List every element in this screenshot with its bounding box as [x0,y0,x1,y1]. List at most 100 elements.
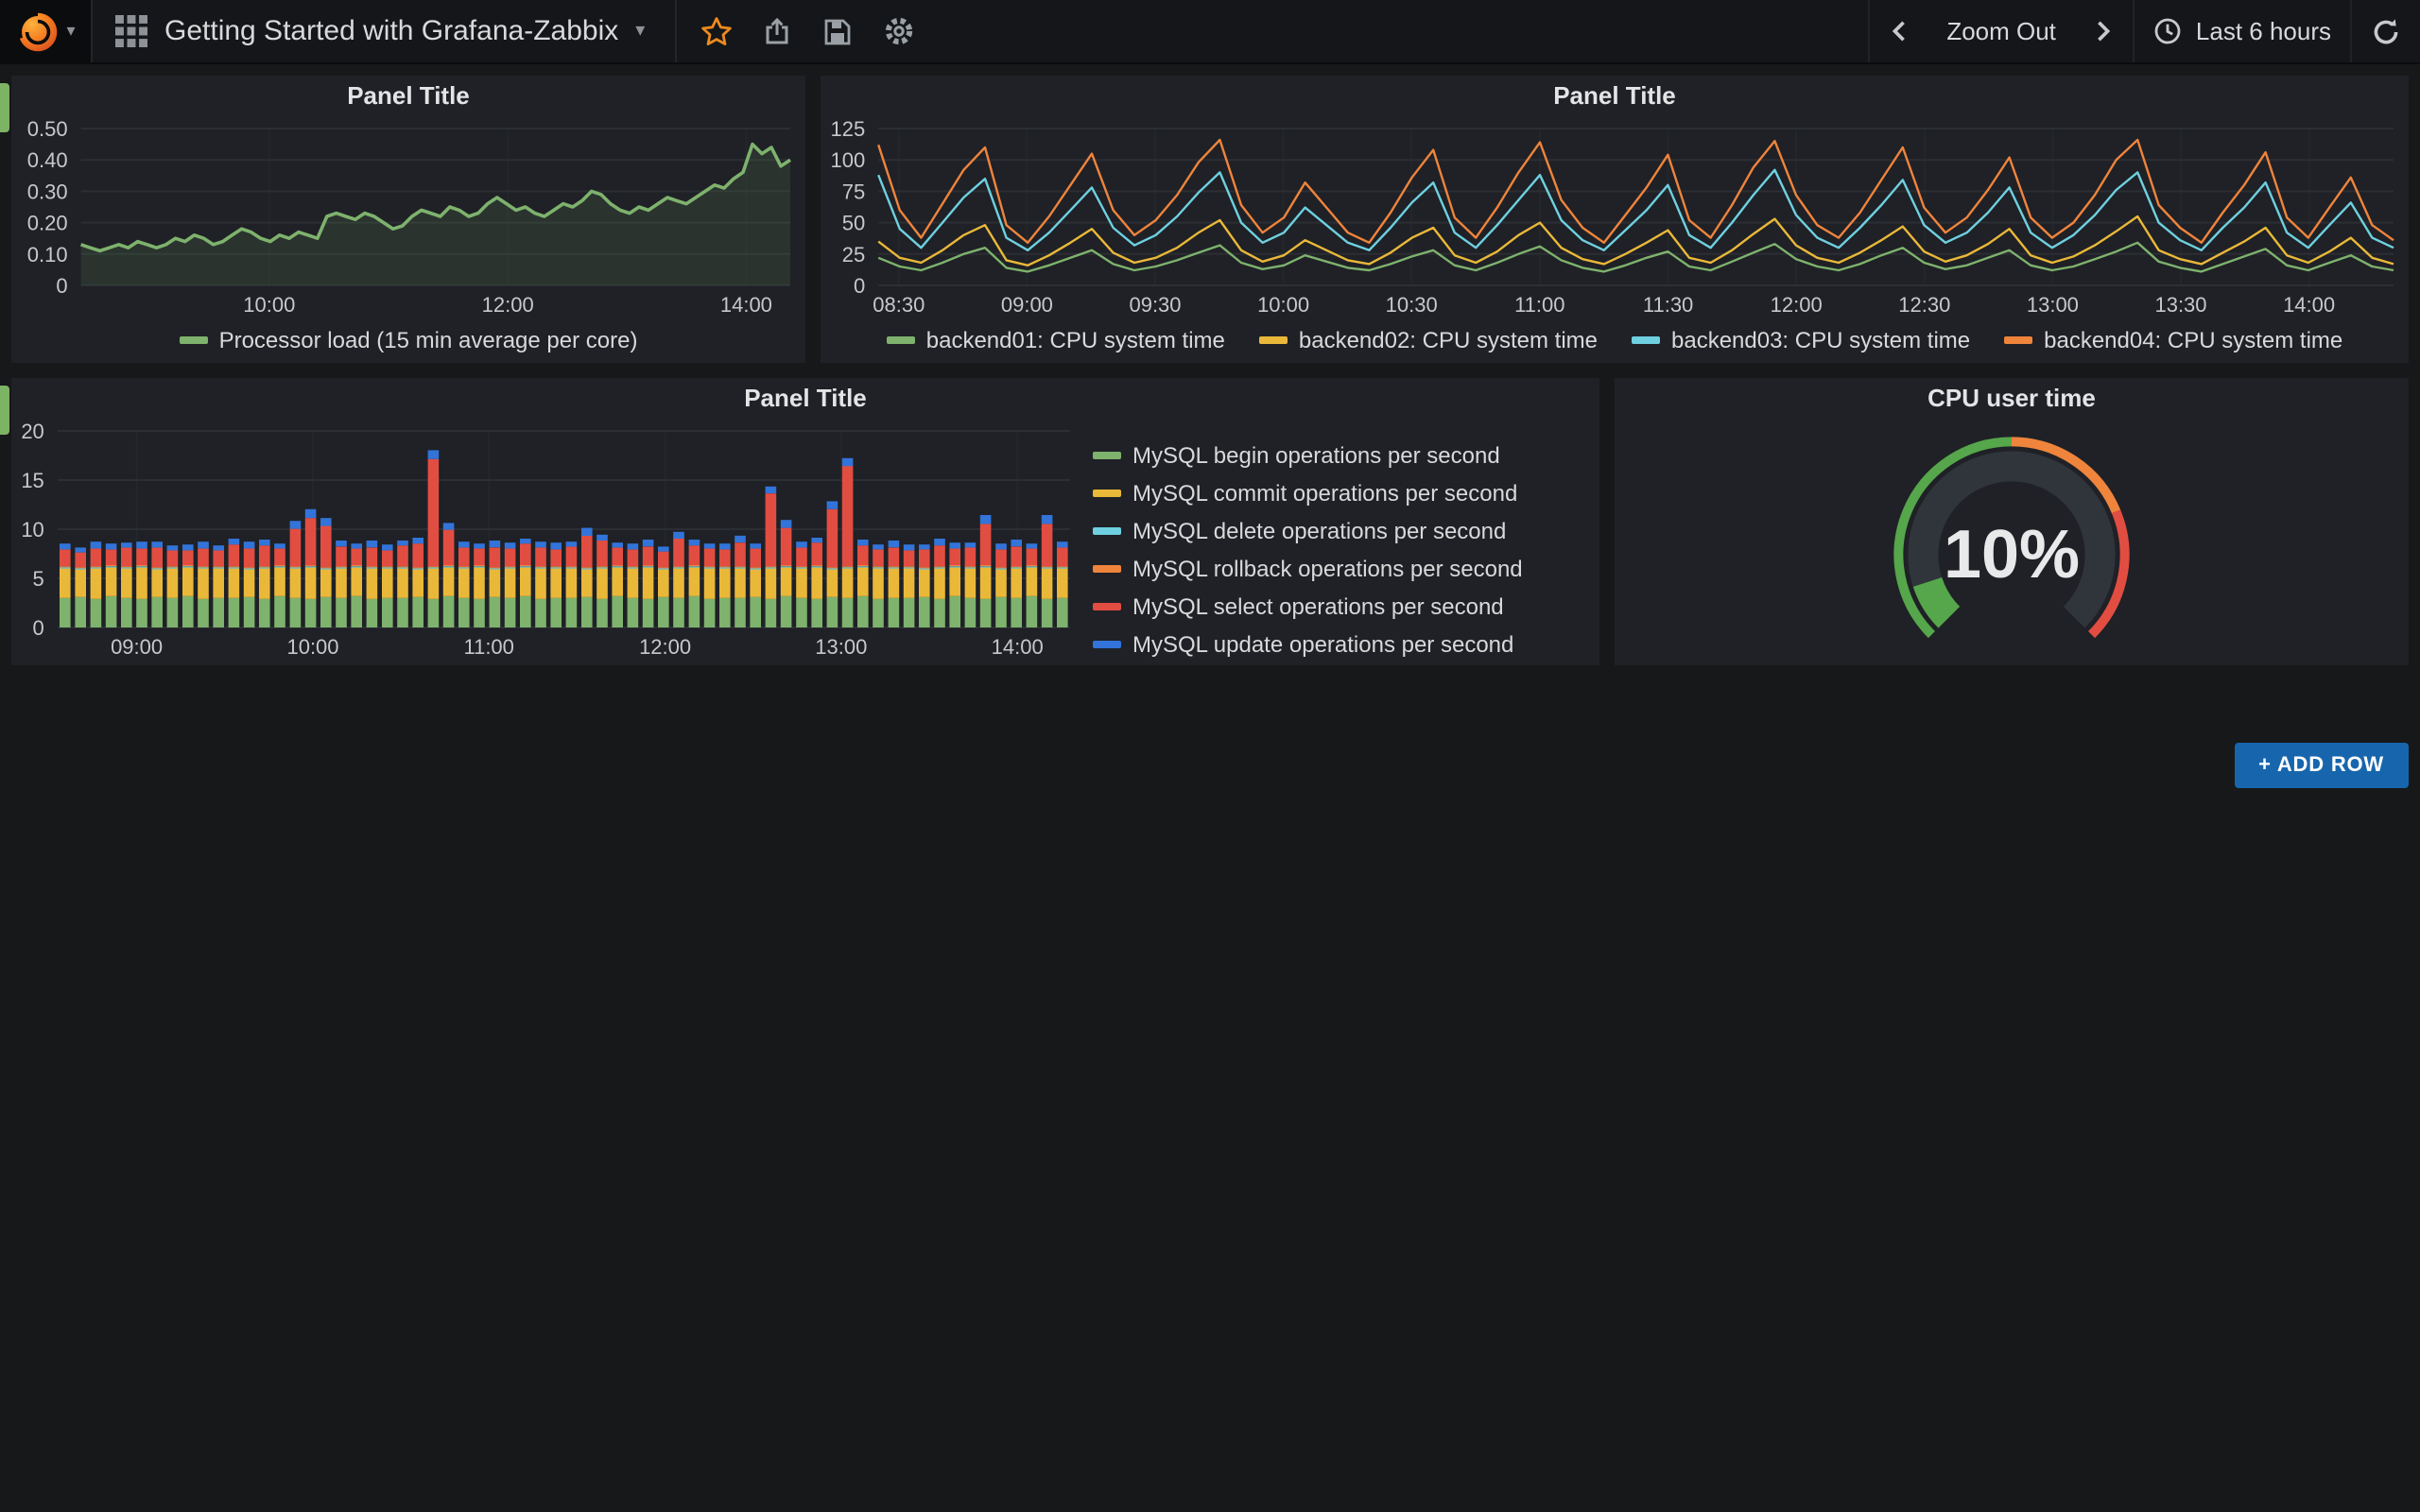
legend-series-label: backend01: CPU system time [926,327,1225,353]
dashboard-grid-icon [115,15,147,47]
svg-text:0.30: 0.30 [27,180,68,203]
svg-text:12:00: 12:00 [639,635,691,659]
svg-text:0: 0 [33,616,44,640]
legend-item[interactable]: MySQL rollback operations per second [1093,556,1523,582]
svg-text:10%: 10% [1944,517,2080,593]
svg-text:0.20: 0.20 [27,212,68,235]
legend-series-label: backend04: CPU system time [2044,327,2342,353]
svg-text:11:00: 11:00 [463,635,513,659]
time-shift-back-button[interactable] [1867,0,1927,62]
svg-text:20: 20 [21,420,43,443]
caret-down-icon: ▾ [66,21,75,42]
grafana-main-menu-button[interactable]: ▾ [0,0,93,62]
svg-text:10:30: 10:30 [1386,293,1438,317]
svg-text:10:00: 10:00 [243,293,295,317]
svg-text:15: 15 [21,469,43,492]
series-color-swatch [1632,336,1660,344]
legend-item[interactable]: MySQL delete operations per second [1093,518,1506,544]
legend-series-label: backend02: CPU system time [1299,327,1598,353]
dashboard-picker-button[interactable]: Getting Started with Grafana-Zabbix ▾ [93,0,677,62]
legend-item[interactable]: MySQL begin operations per second [1093,442,1500,469]
series-color-swatch [180,336,208,344]
legend-item[interactable]: backend01: CPU system time [887,327,1225,353]
svg-text:0: 0 [854,274,865,298]
svg-text:25: 25 [842,243,865,266]
series-color-swatch [1093,452,1121,459]
series-color-swatch [1093,603,1121,610]
svg-text:10: 10 [21,518,43,541]
share-dashboard-button[interactable] [749,0,805,62]
legend-series-label: MySQL begin operations per second [1132,442,1500,469]
svg-text:12:30: 12:30 [1898,293,1950,317]
panel-title[interactable]: Panel Title [821,76,2409,117]
caret-down-icon: ▾ [635,21,645,42]
row-toggle-handle[interactable] [0,83,9,132]
series-color-swatch [1093,490,1121,497]
processor-load-chart: 10:0012:0014:0000.100.200.300.400.50 [11,117,805,323]
legend-item[interactable]: backend03: CPU system time [1632,327,1970,353]
time-range-label: Last 6 hours [2196,17,2331,45]
panel-cpu-system-time: Panel Title 08:3009:0009:3010:0010:3011:… [821,76,2409,363]
legend-item[interactable]: backend02: CPU system time [1259,327,1598,353]
gear-icon [882,15,914,47]
svg-text:08:30: 08:30 [873,293,925,317]
svg-text:14:00: 14:00 [720,293,772,317]
svg-text:50: 50 [842,212,865,235]
svg-text:0.40: 0.40 [27,148,68,172]
chart-legend: MySQL begin operations per second MySQL c… [1085,420,1599,665]
svg-text:0: 0 [56,274,67,298]
star-dashboard-button[interactable] [688,0,745,62]
svg-text:09:00: 09:00 [1001,293,1053,317]
dashboard-settings-button[interactable] [870,0,926,62]
panel-title[interactable]: Panel Title [11,76,805,117]
svg-text:11:30: 11:30 [1643,293,1693,317]
panel-processor-load: Panel Title 10:0012:0014:0000.100.200.30… [11,76,805,363]
svg-text:12:00: 12:00 [1771,293,1823,317]
series-color-swatch [1093,565,1121,573]
refresh-icon [2371,16,2401,46]
grafana-dashboard: ▾ Getting Started with Grafana-Zabbix ▾ [0,0,2420,1512]
zoom-out-button[interactable]: Zoom Out [1927,0,2075,62]
time-range-picker-button[interactable]: Last 6 hours [2134,0,2350,62]
svg-text:14:00: 14:00 [2283,293,2335,317]
zoom-out-label: Zoom Out [1946,17,2056,45]
svg-text:13:00: 13:00 [815,635,867,659]
save-dashboard-button[interactable] [809,0,866,62]
row-toggle-handle[interactable] [0,386,9,435]
mysql-operations-chart: 09:0010:0011:0012:0013:0014:0005101520 [11,420,1085,665]
legend-item[interactable]: backend04: CPU system time [2004,327,2342,353]
svg-text:125: 125 [830,117,865,141]
save-icon [822,16,853,46]
series-color-swatch [887,336,915,344]
legend-item[interactable]: MySQL commit operations per second [1093,480,1517,507]
svg-text:100: 100 [830,148,865,172]
panel-title[interactable]: CPU user time [1615,378,2409,420]
star-icon [700,14,734,48]
legend-item[interactable]: Processor load (15 min average per core) [180,327,638,353]
dashboard-canvas: Panel Title 10:00 12:00 14:00 0 0.10 0.20 0.30… [0,62,2420,1512]
svg-text:11:00: 11:00 [1514,293,1564,317]
legend-series-label: Processor load (15 min average per core) [219,327,638,353]
svg-text:09:30: 09:30 [1129,293,1181,317]
time-shift-forward-button[interactable] [2075,0,2134,62]
svg-text:14:00: 14:00 [992,635,1044,659]
add-row-button[interactable]: + ADD ROW [2234,743,2409,788]
refresh-dashboard-button[interactable] [2350,0,2420,62]
panel-title[interactable]: Panel Title [11,378,1599,420]
clock-icon [2154,17,2183,45]
chevron-right-icon [2094,19,2115,43]
series-color-swatch [1093,527,1121,535]
navbar: ▾ Getting Started with Grafana-Zabbix ▾ [0,0,2420,64]
legend-series-label: backend03: CPU system time [1671,327,1970,353]
svg-text:0.10: 0.10 [27,243,68,266]
chevron-left-icon [1888,19,1909,43]
svg-text:13:00: 13:00 [2027,293,2079,317]
legend-series-label: MySQL select operations per second [1132,593,1504,620]
legend-item[interactable]: MySQL select operations per second [1093,593,1504,620]
grafana-logo-icon [15,9,60,54]
panel-mysql-operations: Panel Title 09:0010:0011:0012:0013:0014:… [11,378,1599,665]
dashboard-title: Getting Started with Grafana-Zabbix [164,15,618,47]
legend-item[interactable]: MySQL update operations per second [1093,631,1513,658]
svg-text:13:30: 13:30 [2154,293,2206,317]
svg-text:75: 75 [842,180,865,203]
